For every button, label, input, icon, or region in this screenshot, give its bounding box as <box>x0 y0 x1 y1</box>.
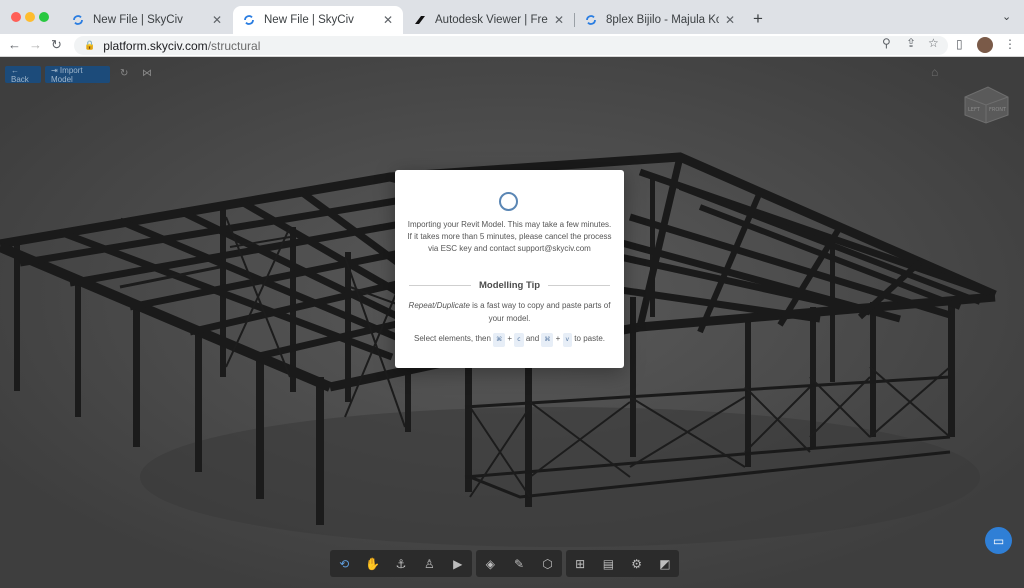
skyciv-icon <box>586 15 596 25</box>
close-icon[interactable]: ✕ <box>725 13 735 27</box>
back-arrow-icon[interactable]: ← <box>8 37 21 52</box>
address-bar[interactable]: 🔒 platform.skyciv.com/structural <box>74 36 948 55</box>
cmd-key: ⌘ <box>493 333 506 347</box>
tab-title: New File | SkyCiv <box>264 14 354 26</box>
close-icon[interactable]: ✕ <box>554 13 564 27</box>
modelling-tip-title: Modelling Tip <box>478 280 541 291</box>
sidebar-icon[interactable]: ▯ <box>956 37 963 51</box>
divider <box>548 285 611 286</box>
loading-spinner-icon <box>499 192 518 211</box>
measure-pencil-icon[interactable]: ✎ <box>507 557 531 571</box>
fullscreen-icon[interactable]: ◩ <box>653 557 677 571</box>
zoom-anchor-icon[interactable]: ⚓ <box>389 557 413 571</box>
reload-icon[interactable]: ↻ <box>51 37 62 53</box>
walk-person-icon[interactable]: ♙ <box>417 557 441 571</box>
url-host: platform.skyciv.com <box>103 38 208 53</box>
settings-toolbar: ⊞ ▤ ⚙ ◩ <box>566 550 679 577</box>
and-word: and <box>523 334 542 343</box>
import-message: Importing your Revit Model. This may tak… <box>407 220 612 253</box>
close-icon[interactable]: ✕ <box>212 13 222 27</box>
tab-title: Autodesk Viewer | Free Online <box>435 14 548 26</box>
lock-icon: 🔒 <box>84 40 96 50</box>
url-path: /structural <box>207 38 261 53</box>
properties-icon[interactable]: ▤ <box>596 557 620 571</box>
chevron-down-icon[interactable]: ⌄ <box>1002 10 1011 23</box>
viewcube-left-label: LEFT <box>968 107 981 113</box>
cmd-key: ⌘ <box>541 333 554 347</box>
cube-icon[interactable]: ⬡ <box>536 557 560 571</box>
tab-title: New File | SkyCiv <box>93 14 183 26</box>
chat-support-button[interactable]: ▭ <box>985 527 1012 554</box>
camera-icon[interactable]: ▶ <box>446 557 470 571</box>
close-window-button[interactable] <box>11 12 21 22</box>
divider <box>409 285 471 286</box>
structural-viewport[interactable]: LEFT FRONT ← Back ⇥ Import Model ↻ ⋈ ⌂ I… <box>0 57 1024 588</box>
shortcut-outro: to paste. <box>572 334 605 343</box>
minimize-window-button[interactable] <box>25 12 35 22</box>
autodesk-icon <box>415 16 425 24</box>
chat-bubble-icon: ▭ <box>992 533 1005 548</box>
forward-arrow-icon[interactable]: → <box>29 37 42 52</box>
maximize-window-button[interactable] <box>39 12 49 22</box>
browser-tab-bar: New File | SkyCiv ✕ New File | SkyCiv ✕ … <box>0 0 1024 34</box>
c-key: c <box>514 333 524 347</box>
pan-hand-icon[interactable]: ✋ <box>361 557 385 571</box>
v-key: v <box>562 333 573 347</box>
import-model-button[interactable]: ⇥ Import Model <box>45 66 110 84</box>
model-tree-icon[interactable]: ⊞ <box>568 557 592 571</box>
avatar[interactable] <box>977 37 993 53</box>
browser-toolbar: ← → ↻ 🔒 platform.skyciv.com/structural ⚲… <box>0 34 1024 57</box>
plus-sign: + <box>553 334 563 343</box>
browser-tab-1[interactable]: New File | SkyCiv ✕ <box>62 6 232 34</box>
plus-sign: + <box>505 334 515 343</box>
close-icon[interactable]: ✕ <box>383 13 393 27</box>
tab-title: 8plex Bijilo - Majula Koita - bfc <box>606 14 719 26</box>
back-button[interactable]: ← Back <box>5 66 41 84</box>
tip-rest: is a fast way to copy and paste parts of… <box>469 301 611 323</box>
zoom-icon[interactable]: ⚲ <box>882 36 891 50</box>
browser-tab-3[interactable]: Autodesk Viewer | Free Online ✕ <box>404 6 574 34</box>
edit-toolbar: ◈ ✎ ⬡ <box>476 550 562 577</box>
browser-tab-2[interactable]: New File | SkyCiv ✕ <box>233 6 403 34</box>
share-network-icon[interactable]: ⋈ <box>142 68 152 79</box>
tip-emphasis: Repeat/Duplicate <box>408 301 470 310</box>
new-tab-button[interactable]: + <box>753 9 763 29</box>
home-icon[interactable]: ⌂ <box>931 65 938 79</box>
settings-gear-icon[interactable]: ⚙ <box>625 557 649 571</box>
skyciv-icon <box>244 15 254 25</box>
import-progress-modal: Importing your Revit Model. This may tak… <box>395 170 624 368</box>
section-box-icon[interactable]: ◈ <box>478 557 502 571</box>
browser-tab-4[interactable]: 8plex Bijilo - Majula Koita - bfc ✕ <box>575 6 745 34</box>
more-options-icon[interactable]: ⋮ <box>1004 37 1016 51</box>
viewcube-front-label: FRONT <box>989 107 1007 113</box>
bookmark-star-icon[interactable]: ☆ <box>928 36 939 50</box>
shortcut-text: Select elements, then ⌘ + c and ⌘ + v to… <box>403 333 616 347</box>
refresh-icon[interactable]: ↻ <box>120 68 128 79</box>
modelling-tip-header: Modelling Tip <box>409 280 611 291</box>
skyciv-icon <box>73 15 83 25</box>
tip-text: Repeat/Duplicate is a fast way to copy a… <box>405 299 614 325</box>
orbit-icon[interactable]: ⟲ <box>332 557 356 571</box>
share-icon[interactable]: ⇪ <box>906 36 916 50</box>
navigation-toolbar: ⟲ ✋ ⚓ ♙ ▶ <box>330 550 472 577</box>
shortcut-intro: Select elements, then <box>414 334 494 343</box>
